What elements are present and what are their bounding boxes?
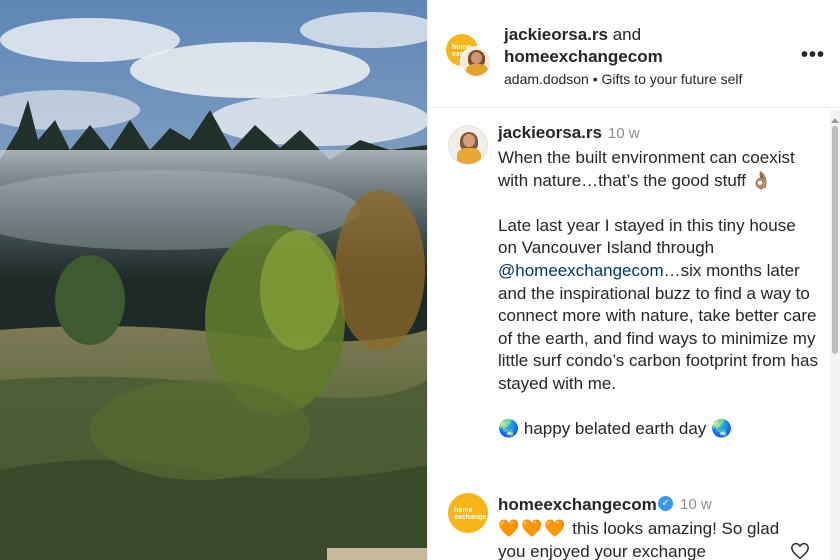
- reply-brand-badge-text: home exchange: [454, 507, 487, 521]
- verified-badge-icon: ✓: [658, 496, 673, 511]
- scroll-up-icon[interactable]: [831, 118, 839, 123]
- caption-text: When the built environment can coexist w…: [498, 147, 818, 441]
- caption-time[interactable]: 10 w: [608, 125, 640, 142]
- post-header: home exchange jackieorsa.rs and homeexch…: [428, 0, 840, 108]
- header-username-1[interactable]: jackieorsa.rs: [504, 25, 608, 44]
- collab-names: jackieorsa.rs and homeexchangecom: [504, 24, 663, 68]
- caption-line-1: When the built environment can coexist w…: [498, 148, 795, 190]
- reply-time[interactable]: 10 w: [680, 496, 712, 513]
- caption-username[interactable]: jackieorsa.rs: [498, 123, 602, 143]
- post-side-panel: home exchange jackieorsa.rs and homeexch…: [427, 0, 840, 560]
- mention-link[interactable]: @homeexchangecom: [498, 261, 664, 280]
- audio-attribution[interactable]: adam.dodson • Gifts to your future self: [504, 71, 742, 87]
- post-photo[interactable]: [0, 0, 427, 560]
- hearts-emoji: 🧡🧡🧡: [498, 519, 568, 538]
- scroll-thumb[interactable]: [832, 126, 838, 354]
- jackie-avatar[interactable]: [460, 46, 492, 78]
- comments-scrollbar[interactable]: [830, 110, 840, 560]
- collab-avatars[interactable]: home exchange: [446, 34, 492, 80]
- header-joiner: and: [612, 25, 642, 44]
- comments-list: jackieorsa.rs 10 w When the built enviro…: [428, 109, 840, 560]
- caption-line-3: 🌏 happy belated earth day 🌏: [498, 419, 733, 439]
- reply-text: 🧡🧡🧡 this looks amazing! So glad you enjo…: [498, 519, 780, 560]
- forest-meadow-image: [0, 0, 427, 560]
- caption-paragraph-2: Late last year I stayed in this tiny hou…: [498, 215, 819, 393]
- heart-like-icon[interactable]: [790, 542, 810, 560]
- more-options-icon[interactable]: •••: [801, 44, 825, 67]
- header-username-2[interactable]: homeexchangecom: [504, 47, 663, 66]
- reply-username[interactable]: homeexchangecom: [498, 495, 657, 515]
- reply-avatar[interactable]: home exchange: [448, 493, 488, 533]
- caption-avatar[interactable]: [448, 125, 488, 165]
